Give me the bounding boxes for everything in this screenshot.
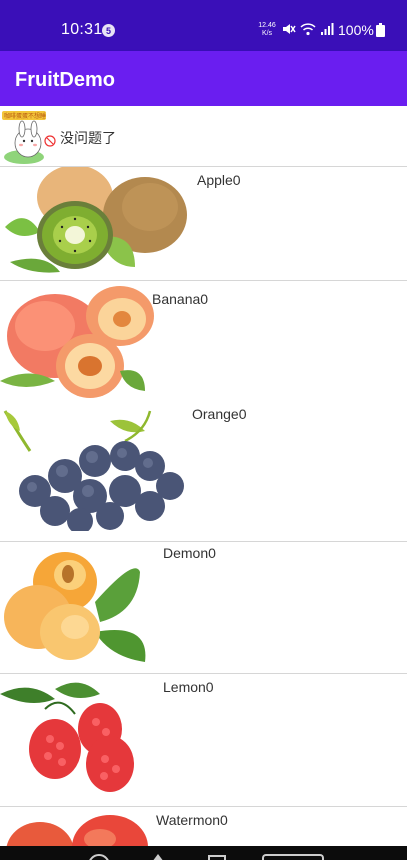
fruit-name: Lemon0 xyxy=(163,679,214,695)
fruit-name: Apple0 xyxy=(197,172,241,188)
battery-icon xyxy=(376,23,385,37)
fruit-name: Orange0 xyxy=(192,406,247,422)
fruit-image xyxy=(4,552,146,662)
fruit-list[interactable]: 咖啡蛋蛋不想睡 没问题了 Apple0 Banana0 Orange0 Demo… xyxy=(0,106,407,846)
mute-icon xyxy=(283,24,296,34)
fruit-image xyxy=(5,167,187,273)
network-speed-value: 12.46 xyxy=(258,22,276,29)
list-header: 咖啡蛋蛋不想睡 没问题了 xyxy=(0,106,407,167)
header-text: 没问题了 xyxy=(60,130,116,146)
list-item[interactable]: Banana0 xyxy=(0,281,407,401)
app-title: FruitDemo xyxy=(15,69,115,91)
list-item[interactable]: Lemon0 xyxy=(0,674,407,807)
recents-icon[interactable] xyxy=(208,855,226,860)
fruit-image xyxy=(6,815,148,846)
network-speed-unit: K/s xyxy=(261,30,273,37)
fruit-name: Demon0 xyxy=(163,545,216,561)
fruit-name: Watermon0 xyxy=(156,812,228,828)
fruit-image xyxy=(0,286,154,398)
status-bar: 10:31 5 12.46 K/s 100% xyxy=(0,0,407,51)
sticker-caption: 咖啡蛋蛋不想睡 xyxy=(4,112,46,120)
fruit-image xyxy=(3,410,184,531)
wifi-icon xyxy=(300,23,316,36)
fruit-name: Banana0 xyxy=(152,291,209,307)
list-item[interactable]: Orange0 xyxy=(0,401,407,542)
home-icon[interactable] xyxy=(88,854,110,860)
network-speed: 12.46 K/s xyxy=(257,22,277,38)
notification-badge-icon: 5 xyxy=(102,24,115,37)
gesture-handle-icon[interactable] xyxy=(262,854,324,860)
navigation-bar xyxy=(0,846,407,860)
list-item[interactable]: Apple0 xyxy=(0,167,407,281)
back-icon[interactable] xyxy=(152,854,164,860)
status-time: 10:31 xyxy=(61,21,103,38)
battery-percent: 100% xyxy=(338,22,374,38)
signal-icon xyxy=(321,23,334,35)
sticker-image: 咖啡蛋蛋不想睡 xyxy=(2,111,56,164)
list-item[interactable]: Watermon0 xyxy=(0,807,407,846)
app-bar: FruitDemo xyxy=(0,51,407,106)
status-icons xyxy=(282,22,334,36)
list-item[interactable]: Demon0 xyxy=(0,542,407,674)
fruit-image xyxy=(0,682,134,792)
